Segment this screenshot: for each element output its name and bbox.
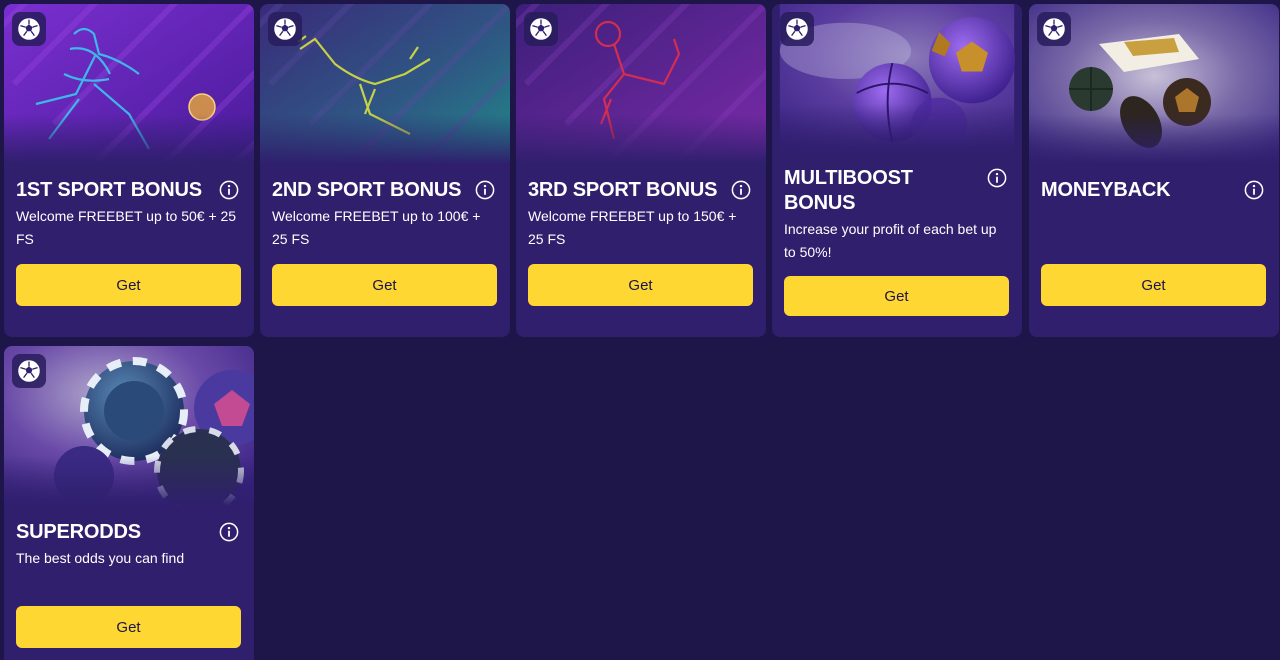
soccer-ball-icon [529, 17, 553, 41]
bonus-description: Welcome FREEBET up to 100€ + 25 FS [272, 208, 481, 247]
bonus-title: SUPERODDS [16, 521, 141, 543]
bonus-card-multiboost: MULTIBOOST BONUS Increase your profit of… [772, 4, 1022, 337]
bonus-title: 2ND SPORT BONUS [272, 179, 462, 201]
get-bonus-button[interactable]: Get [784, 276, 1009, 316]
sport-badge [524, 12, 558, 46]
bonus-card-body: MONEYBACK Get [1029, 164, 1279, 330]
bonus-description: Welcome FREEBET up to 50€ + 25 FS [16, 208, 237, 247]
bonus-card-body: SUPERODDS The best odds you can find Get [4, 506, 254, 660]
bonus-title: 3RD SPORT BONUS [528, 179, 718, 201]
bonus-image [260, 4, 510, 164]
sport-badge [12, 12, 46, 46]
bonus-card-body: 3RD SPORT BONUS Welcome FREEBET up to 15… [516, 164, 766, 330]
bonus-card-body: MULTIBOOST BONUS Increase your profit of… [772, 154, 1022, 337]
info-icon[interactable] [1244, 180, 1264, 200]
get-bonus-button[interactable]: Get [272, 264, 497, 306]
bonus-card-1st-sport: 1ST SPORT BONUS Welcome FREEBET up to 50… [4, 4, 254, 337]
soccer-ball-icon [273, 17, 297, 41]
bonus-title: MULTIBOOST BONUS [784, 167, 913, 214]
info-icon[interactable] [219, 180, 239, 200]
soccer-ball-icon [1042, 17, 1066, 41]
get-bonus-button[interactable]: Get [16, 606, 241, 648]
bonus-description: Welcome FREEBET up to 150€ + 25 FS [528, 208, 737, 247]
info-icon[interactable] [731, 180, 751, 200]
soccer-ball-icon [17, 17, 41, 41]
soccer-ball-icon [17, 359, 41, 383]
bonus-description [1041, 205, 1267, 251]
bonus-card-moneyback: MONEYBACK Get [1029, 4, 1279, 337]
bonus-description: The best odds you can find [16, 550, 185, 566]
sport-badge [1037, 12, 1071, 46]
bonus-title: MONEYBACK [1041, 179, 1171, 201]
bonus-card-body: 1ST SPORT BONUS Welcome FREEBET up to 50… [4, 164, 254, 330]
bonus-description: Increase your profit of each bet up to 5… [784, 221, 997, 260]
get-bonus-button[interactable]: Get [16, 264, 241, 306]
info-icon[interactable] [987, 168, 1007, 188]
soccer-ball-icon [785, 17, 809, 41]
bonus-image [4, 4, 254, 164]
bonus-card-body: 2ND SPORT BONUS Welcome FREEBET up to 10… [260, 164, 510, 330]
bonus-grid: 1ST SPORT BONUS Welcome FREEBET up to 50… [0, 0, 1280, 660]
bonus-card-superodds: SUPERODDS The best odds you can find Get [4, 346, 254, 660]
info-icon[interactable] [475, 180, 495, 200]
get-bonus-button[interactable]: Get [528, 264, 753, 306]
bonus-image [1029, 4, 1279, 164]
bonus-card-2nd-sport: 2ND SPORT BONUS Welcome FREEBET up to 10… [260, 4, 510, 337]
bonus-image [4, 346, 254, 506]
sport-badge [780, 12, 814, 46]
get-bonus-button[interactable]: Get [1041, 264, 1266, 306]
sport-badge [12, 354, 46, 388]
bonus-image [516, 4, 766, 164]
bonus-image [772, 4, 1022, 154]
sport-badge [268, 12, 302, 46]
info-icon[interactable] [219, 522, 239, 542]
bonus-title: 1ST SPORT BONUS [16, 179, 202, 201]
bonus-card-3rd-sport: 3RD SPORT BONUS Welcome FREEBET up to 15… [516, 4, 766, 337]
